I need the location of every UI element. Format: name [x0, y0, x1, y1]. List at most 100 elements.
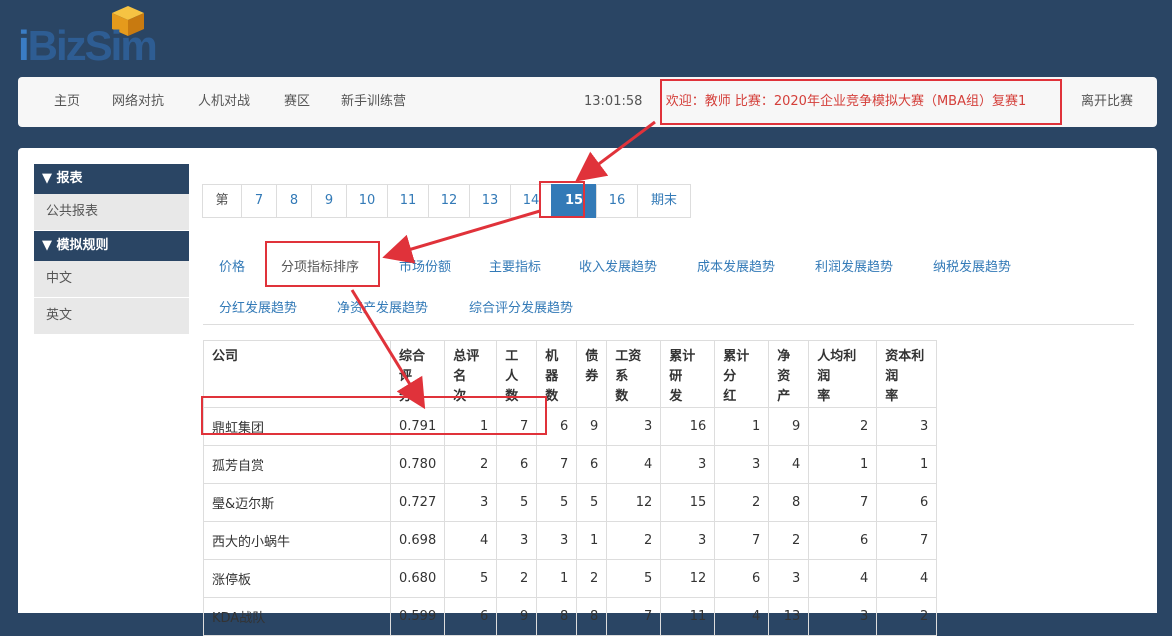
value-cell: 4 — [876, 559, 938, 598]
value-cell: 2 — [768, 521, 810, 560]
tab-profit-trend[interactable]: 利润发展趋势 — [815, 256, 893, 275]
pager-period-13[interactable]: 13 — [469, 184, 511, 218]
value-cell: 4 — [444, 521, 498, 560]
pager-period-9[interactable]: 9 — [311, 184, 347, 218]
value-cell: 1 — [444, 407, 498, 446]
value-cell: 5 — [606, 559, 662, 598]
col-company[interactable]: 公司 — [203, 340, 391, 408]
col-bonds[interactable]: 债券 — [576, 340, 608, 408]
nav-training-camp[interactable]: 新手训练营 — [341, 77, 406, 127]
value-cell: 9 — [496, 597, 538, 636]
period-pager: 第 7 8 9 10 11 12 13 14 15 16 期末 — [202, 184, 691, 218]
sidebar-item-public-reports[interactable]: 公共报表 — [34, 194, 189, 231]
value-cell: 16 — [660, 407, 716, 446]
value-cell: 2 — [808, 407, 878, 446]
table-row: 璺&迈尔斯 0.727 3 5 5 5 12 15 2 8 7 6 — [203, 483, 938, 522]
tab-cost-trend[interactable]: 成本发展趋势 — [697, 256, 775, 275]
value-cell: 4 — [606, 445, 662, 484]
leave-match-link[interactable]: 离开比赛 — [1081, 77, 1133, 127]
value-cell: 6 — [444, 597, 498, 636]
table-row: 西大的小蜗牛 0.698 4 3 3 1 2 3 7 2 6 7 — [203, 521, 938, 560]
sidebar-item-chinese[interactable]: 中文 — [34, 261, 189, 298]
value-cell: 3 — [808, 597, 878, 636]
pager-period-end[interactable]: 期末 — [637, 184, 691, 218]
nav-vs-computer[interactable]: 人机对战 — [198, 77, 250, 127]
value-cell: 5 — [444, 559, 498, 598]
company-name-cell: KDA战队 — [203, 597, 391, 636]
value-cell: 2 — [444, 445, 498, 484]
value-cell: 13 — [768, 597, 810, 636]
value-cell: 9 — [576, 407, 608, 446]
pager-label: 第 — [202, 184, 242, 218]
value-cell: 3 — [714, 445, 770, 484]
tab-item-ranking[interactable]: 分项指标排序 — [281, 256, 359, 275]
value-cell: 6 — [808, 521, 878, 560]
nav-home[interactable]: 主页 — [54, 77, 80, 127]
value-cell: 1 — [714, 407, 770, 446]
table-row: 孤芳自赏 0.780 2 6 7 6 4 3 3 4 1 1 — [203, 445, 938, 484]
col-wage-factor[interactable]: 工资系数 — [606, 340, 662, 408]
value-cell: 4 — [808, 559, 878, 598]
value-cell: 0.698 — [389, 521, 446, 560]
value-cell: 6 — [576, 445, 608, 484]
col-cumulative-dividend[interactable]: 累计分红 — [714, 340, 770, 408]
tab-revenue-trend[interactable]: 收入发展趋势 — [579, 256, 657, 275]
nav-online-battle[interactable]: 网络对抗 — [112, 77, 164, 127]
value-cell: 7 — [536, 445, 578, 484]
value-cell: 0.599 — [389, 597, 446, 636]
col-overall-rank[interactable]: 总评名次 — [444, 340, 498, 408]
table-header-row: 公司 综合评分 总评名次 工人数 机器数 债券 工资系数 累计研发 累计分红 净… — [203, 340, 938, 408]
value-cell: 3 — [606, 407, 662, 446]
tab-tax-trend[interactable]: 纳税发展趋势 — [933, 256, 1011, 275]
pager-period-7[interactable]: 7 — [241, 184, 277, 218]
value-cell: 5 — [536, 483, 578, 522]
value-cell: 5 — [496, 483, 538, 522]
pager-period-12[interactable]: 12 — [428, 184, 470, 218]
ibizsim-logo: iBizSim — [18, 4, 178, 69]
value-cell: 11 — [660, 597, 716, 636]
value-cell: 1 — [876, 445, 938, 484]
pager-period-8[interactable]: 8 — [276, 184, 312, 218]
value-cell: 0.727 — [389, 483, 446, 522]
tab-net-assets-trend[interactable]: 净资产发展趋势 — [337, 297, 428, 316]
value-cell: 2 — [606, 521, 662, 560]
value-cell: 2 — [876, 597, 938, 636]
value-cell: 8 — [576, 597, 608, 636]
tab-key-indicators[interactable]: 主要指标 — [489, 256, 541, 275]
value-cell: 3 — [496, 521, 538, 560]
value-cell: 2 — [714, 483, 770, 522]
value-cell: 1 — [808, 445, 878, 484]
pager-period-10[interactable]: 10 — [346, 184, 388, 218]
company-name-cell: 孤芳自赏 — [203, 445, 391, 484]
value-cell: 1 — [536, 559, 578, 598]
col-net-assets[interactable]: 净资产 — [768, 340, 810, 408]
company-name-cell: 涨停板 — [203, 559, 391, 598]
value-cell: 1 — [576, 521, 608, 560]
col-machines[interactable]: 机器数 — [536, 340, 578, 408]
nav-division[interactable]: 赛区 — [284, 77, 310, 127]
pager-period-11[interactable]: 11 — [387, 184, 429, 218]
col-workers[interactable]: 工人数 — [496, 340, 538, 408]
company-name-cell: 西大的小蜗牛 — [203, 521, 391, 560]
col-profit-per-capita[interactable]: 人均利润率 — [808, 340, 878, 408]
col-overall-score[interactable]: 综合评分 — [389, 340, 446, 408]
tab-market-share[interactable]: 市场份额 — [399, 256, 451, 275]
pager-period-14[interactable]: 14 — [510, 184, 552, 218]
sidebar-item-english[interactable]: 英文 — [34, 298, 189, 335]
tab-overall-score-trend[interactable]: 综合评分发展趋势 — [469, 297, 573, 316]
sidebar-section-reports[interactable]: ▼ 报表 — [34, 164, 189, 194]
col-return-on-capital[interactable]: 资本利润率 — [876, 340, 938, 408]
col-cumulative-rd[interactable]: 累计研发 — [660, 340, 716, 408]
pager-period-16[interactable]: 16 — [596, 184, 638, 218]
tab-dividend-trend[interactable]: 分红发展趋势 — [219, 297, 297, 316]
value-cell: 0.791 — [389, 407, 446, 446]
value-cell: 7 — [714, 521, 770, 560]
pager-period-15-active[interactable]: 15 — [551, 184, 597, 218]
value-cell: 8 — [768, 483, 810, 522]
clock: 13:01:58 — [584, 94, 643, 109]
tab-price[interactable]: 价格 — [219, 256, 245, 275]
table-row: KDA战队 0.599 6 9 8 8 7 11 4 13 3 2 — [203, 597, 938, 636]
sidebar-section-rules[interactable]: ▼ 模拟规则 — [34, 231, 189, 261]
value-cell: 6 — [714, 559, 770, 598]
value-cell: 3 — [768, 559, 810, 598]
